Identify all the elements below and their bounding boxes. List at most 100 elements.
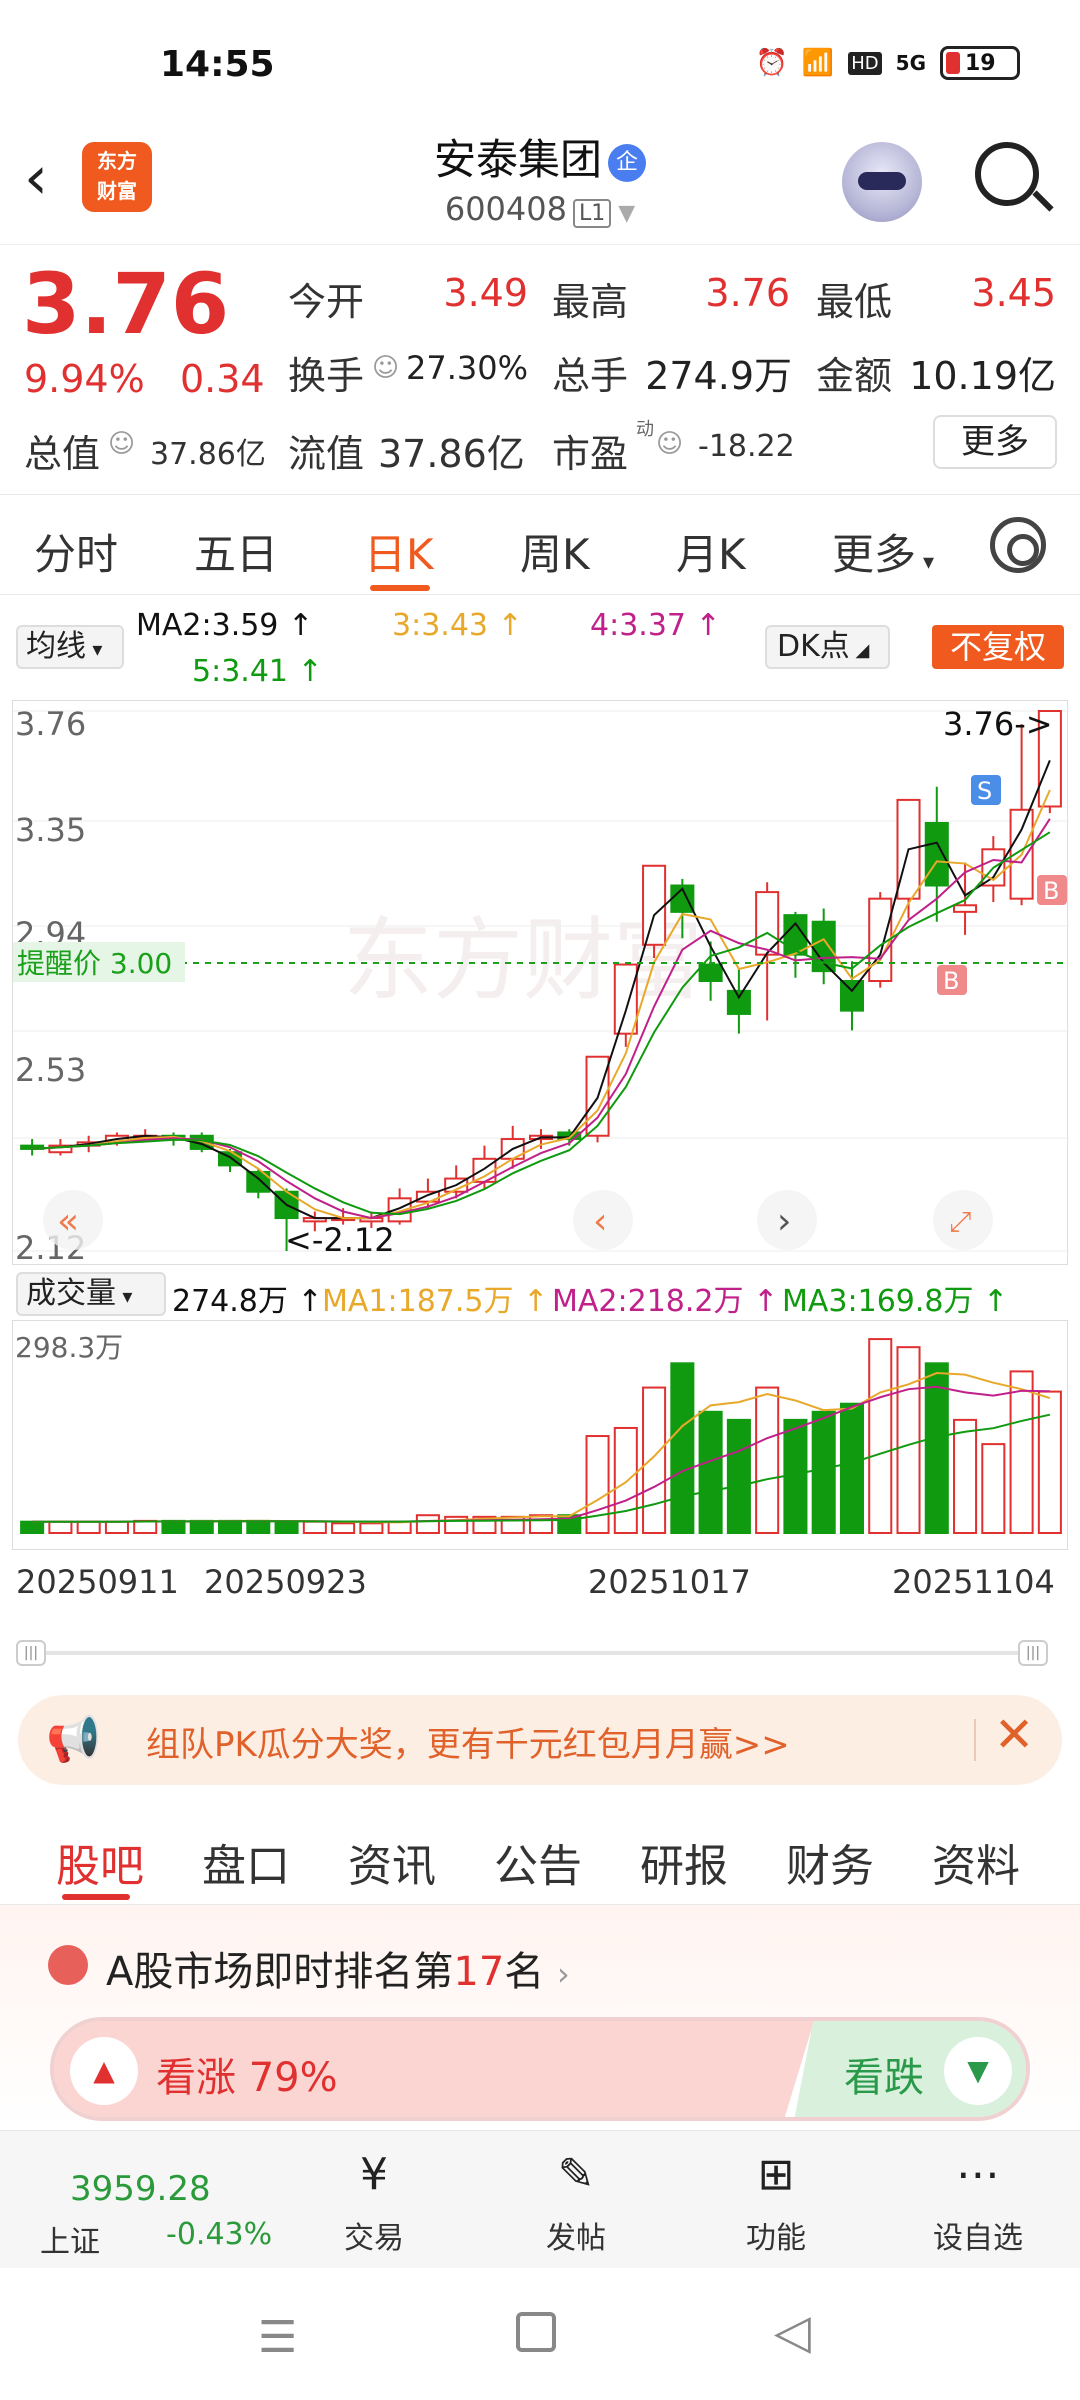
tab-monthly-k[interactable]: 月K [676,521,746,582]
tab-five-day[interactable]: 五日 [194,521,278,582]
info-icon[interactable]: ☺ [372,353,399,383]
hd-icon: HD [848,51,882,75]
info-icon[interactable]: ☺ [108,429,135,459]
nav-post[interactable]: 发帖 [516,2213,636,2257]
axis-max: 3.76 [15,705,86,743]
tab-weekly-k[interactable]: 周K [520,521,590,582]
rank-icon [48,1945,88,1985]
close-icon[interactable]: ✕ [994,1707,1034,1763]
k-line-chart[interactable]: 东方财富 3.76 3.35 2.94 2.53 2.12 提醒价 3.00 3… [12,700,1069,1267]
chevron-left-icon: ‹ [593,1201,607,1242]
adjust-button[interactable]: 不复权 [932,625,1064,669]
search-icon[interactable] [975,142,1039,206]
dk-point-button[interactable]: DK点 ◢ [765,625,890,669]
volume-bar [755,1386,780,1534]
bear-down-icon[interactable]: ▼ [944,2037,1012,2105]
slider-track [46,1651,1034,1655]
volume-bar [246,1519,271,1535]
ma-selector[interactable]: 均线 ▾ [16,625,124,669]
volume-bar [839,1402,864,1534]
assistant-robot-icon[interactable] [842,142,922,222]
tab-minute[interactable]: 分时 [34,521,118,582]
volume-chart[interactable]: 298.3万 [12,1320,1068,1550]
tab-announcement[interactable]: 公告 [494,1830,582,1894]
volume-legend: 成交量 ▾ 274.8万 ↑ MA1:187.5万 ↑ MA2:218.2万 ↑… [0,1270,1080,1320]
back-nav-icon[interactable]: ◁ [774,2304,811,2360]
volume-bar [981,1443,1006,1534]
volume-bar [189,1519,214,1535]
ma-legend: 均线 ▾ MA2:3.59 ↑ 3:3.43 ↑ 4:3.37 ↑ 5:3.41… [0,600,1080,700]
volume-bar [811,1410,836,1534]
home-icon[interactable] [516,2312,556,2352]
open-label: 今开 [288,280,365,324]
stock-header: ‹ 东方 财富 安泰集团企 600408 L1 ▼ [0,120,1080,245]
tab-finance[interactable]: 财务 [786,1830,874,1894]
index-value[interactable]: 3959.28 [70,2169,211,2209]
vol-ma3: MA3:169.8万 ↑ [782,1284,1009,1319]
tab-pankou[interactable]: 盘口 [202,1830,290,1894]
volume-bar [868,1338,893,1534]
low-label: 最低 [816,280,893,324]
system-navigation: ☰ ◁ [0,2268,1080,2400]
function-icon: ⊞ [757,2149,795,2200]
promo-banner[interactable]: 📢 组队PK瓜分大奖，更有千元红包月月赢>> ✕ [18,1695,1062,1785]
ma2-value: MA2:3.59 ↑ [136,608,314,643]
pe-label: 市盈 [552,432,629,476]
volume-bar [161,1519,186,1535]
nav-add-watchlist[interactable]: 设自选 [918,2213,1038,2257]
bull-up-icon[interactable]: ▲ [70,2037,138,2105]
level-badge: L1 [572,199,612,228]
bull-bear-bar[interactable]: ▲ 看涨 79% 看跌 ▼ [50,2017,1030,2121]
ma4-value: 4:3.37 ↑ [590,608,721,643]
volume-bar [133,1519,158,1535]
info-icon[interactable]: ☺ [656,429,683,459]
high-label: 最高 [552,280,629,324]
rank-text[interactable]: A股市场即时排名第17名 › [106,1939,570,1997]
volume-bar [359,1522,384,1535]
volume-selector[interactable]: 成交量 ▾ [16,1272,166,1316]
volume-bar [48,1520,73,1535]
tab-profile[interactable]: 资料 [932,1830,1020,1894]
turnover-label: 换手 [288,354,365,398]
volume-bar [20,1520,45,1535]
clock: 14:55 [160,44,275,85]
nav-trade[interactable]: 交易 [314,2213,434,2257]
open-value: 3.49 [443,271,528,315]
axis-t2: 3.35 [15,811,86,849]
index-name: 上证 [40,2225,100,2260]
volume-bar [415,1514,440,1534]
vol-value: 274.8万 ↑ [172,1284,323,1319]
trade-icon: ¥ [360,2149,388,2200]
status-icons: ⏰ 📶 HD 5G 19 [756,46,1020,80]
tab-research[interactable]: 研报 [640,1830,728,1894]
buy-marker-2-label: B [1043,877,1059,905]
volume-svg: 298.3万 [15,1331,1062,1535]
tab-news[interactable]: 资讯 [348,1830,436,1894]
gear-icon[interactable] [990,517,1046,573]
volume-bar [302,1520,327,1535]
watchlist-icon: ⋯ [956,2149,1000,2200]
tab-more[interactable]: 更多 ▾ [832,521,934,582]
volume-bar [274,1520,299,1535]
promo-text: 组队PK瓜分大奖，更有千元红包月月赢>> [146,1725,790,1765]
candle-body [839,980,864,1012]
volume-bar [218,1519,243,1535]
more-quote-button[interactable]: 更多 [933,415,1057,469]
index-change: -0.43% [166,2217,273,2252]
sell-marker-label: S [977,777,992,805]
tab-daily-k[interactable]: 日K [364,521,434,582]
volume-bar [387,1520,412,1535]
axis-t4: 2.53 [15,1051,86,1089]
signal-icon: 5G [895,51,926,75]
slider-right-handle[interactable]: ||| [1018,1640,1048,1666]
active-tab-underline [370,585,430,591]
volume-bar [1037,1390,1062,1534]
slider-left-handle[interactable]: ||| [16,1640,46,1666]
nav-function[interactable]: 功能 [716,2213,836,2257]
range-slider[interactable]: ||| ||| [16,1640,1064,1666]
menu-icon[interactable]: ☰ [258,2312,297,2363]
tab-guba[interactable]: 股吧 [56,1830,144,1894]
turnover-value: 27.30% [405,349,528,387]
bull-label: 看涨 79% [156,2055,338,2101]
volume-bar [726,1418,751,1534]
